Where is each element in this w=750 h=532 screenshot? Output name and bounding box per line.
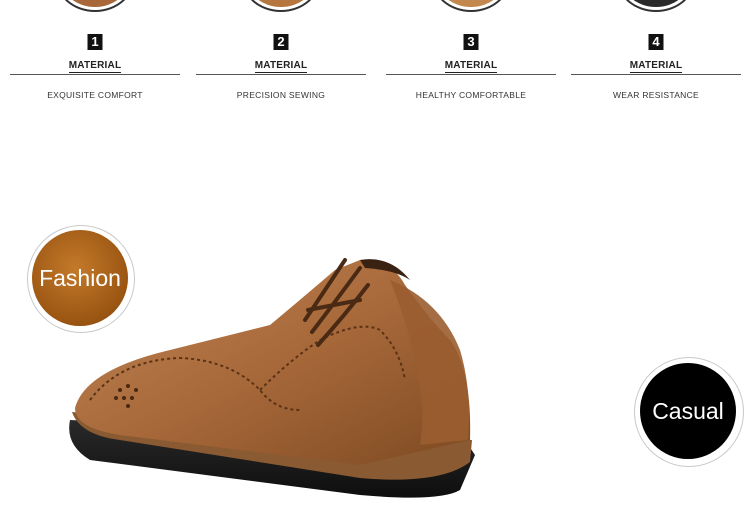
feature-3: 3 MATERIAL HEALTHY COMFORTABLE [386,0,556,110]
feature-thumbnail [431,0,511,12]
feature-description: WEAR RESISTANCE [612,90,700,100]
feature-number: 4 [648,34,664,50]
feature-1: 1 MATERIAL EXQUISITE COMFORT [10,0,180,110]
feature-number: 2 [273,34,289,50]
feature-description: HEALTHY COMFORTABLE [415,90,527,100]
feature-number: 1 [87,34,103,50]
fashion-badge: Fashion [32,230,128,326]
feature-description: PRECISION SEWING [236,90,326,100]
feature-number: 3 [463,34,479,50]
divider [386,74,556,75]
feature-title: MATERIAL [68,60,122,73]
feature-title: MATERIAL [629,60,683,73]
casual-badge: Casual [640,363,736,459]
divider [10,74,180,75]
feature-thumbnail [616,0,696,12]
feature-title: MATERIAL [254,60,308,73]
feature-thumbnail [241,0,321,12]
divider [571,74,741,75]
feature-2: 2 MATERIAL PRECISION SEWING [196,0,366,110]
feature-description: EXQUISITE COMFORT [47,90,143,100]
feature-4: 4 MATERIAL WEAR RESISTANCE [571,0,741,110]
feature-thumbnail [55,0,135,12]
feature-title: MATERIAL [444,60,498,73]
divider [196,74,366,75]
